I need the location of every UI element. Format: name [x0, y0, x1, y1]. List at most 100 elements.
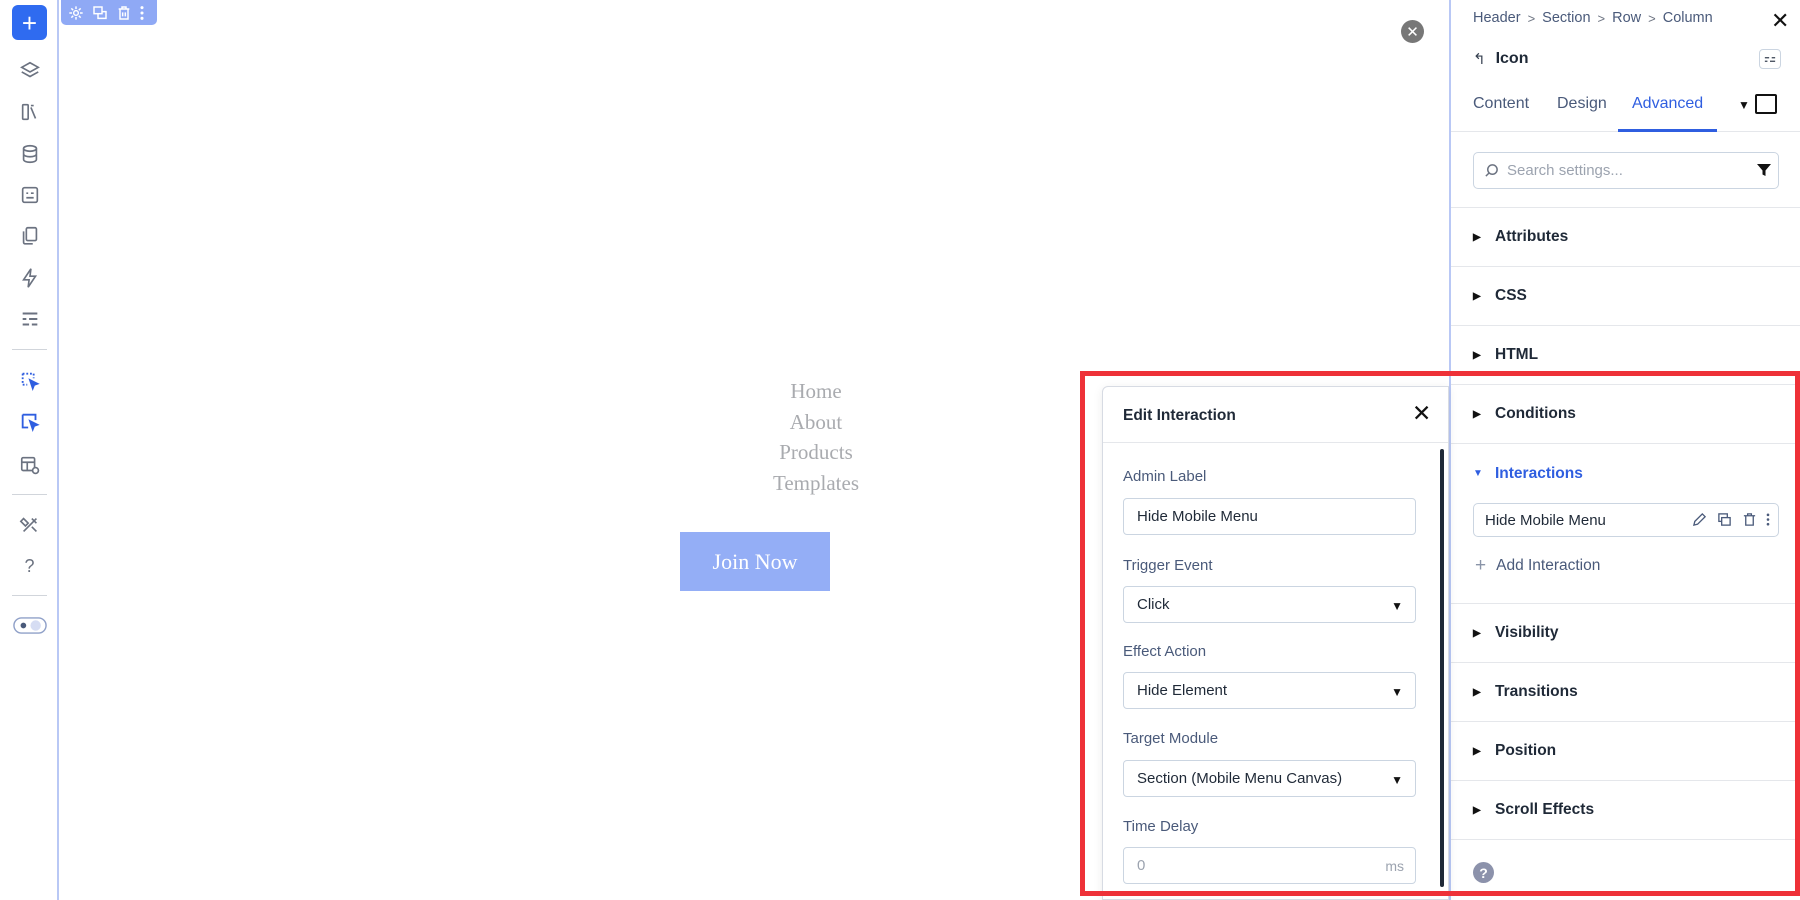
tools-button[interactable] — [12, 507, 47, 542]
preview-button[interactable] — [12, 447, 47, 482]
caret-down-icon: ▼ — [1473, 468, 1483, 479]
toolbar-divider — [12, 595, 47, 596]
modal-scrollbar[interactable] — [1440, 449, 1444, 887]
bolt-icon — [21, 267, 37, 288]
group-label: CSS — [1495, 287, 1527, 304]
interaction-item[interactable]: Hide Mobile Menu — [1473, 503, 1779, 537]
close-icon: ✕ — [1412, 400, 1432, 426]
help-button[interactable]: ? — [12, 549, 47, 584]
tab-content[interactable]: Content — [1473, 95, 1529, 113]
interaction-actions — [1691, 511, 1770, 527]
sliders-icon — [1764, 56, 1776, 62]
target-module-label: Target Module — [1123, 730, 1219, 747]
admin-label-label: Admin Label — [1123, 468, 1207, 485]
target-module-select[interactable]: Section (Mobile Menu Canvas) ▼ — [1123, 760, 1416, 797]
back-arrow-icon[interactable]: ↰ — [1473, 50, 1486, 68]
effect-action-value: Hide Element — [1137, 682, 1228, 699]
menu-link-home[interactable]: Home — [671, 376, 961, 407]
settings-gear-button[interactable] — [67, 4, 85, 22]
trigger-event-value: Click — [1137, 596, 1170, 613]
caret-right-icon: ▶ — [1473, 290, 1481, 302]
pages-button[interactable] — [12, 218, 47, 253]
trash-icon — [1743, 512, 1755, 526]
forms-icon — [21, 186, 38, 203]
menu-link-products[interactable]: Products — [671, 437, 961, 468]
menu-link-about[interactable]: About — [671, 407, 961, 438]
search-input[interactable] — [1507, 162, 1737, 179]
delete-button[interactable] — [115, 4, 133, 22]
forms-button[interactable] — [12, 177, 47, 212]
active-tab-indicator — [1618, 129, 1717, 132]
group-interactions[interactable]: ▼ Interactions — [1451, 444, 1800, 503]
tab-advanced[interactable]: Advanced — [1632, 95, 1703, 113]
group-conditions[interactable]: ▶ Conditions — [1451, 385, 1800, 444]
caret-right-icon: ▶ — [1473, 231, 1481, 243]
caret-right-icon: ▶ — [1473, 627, 1481, 639]
breadcrumb: Header > Section > Row > Column — [1473, 10, 1713, 26]
group-label: Attributes — [1495, 228, 1569, 245]
duplicate-button[interactable] — [91, 4, 109, 22]
interactions-active-button[interactable] — [12, 404, 47, 439]
tab-design[interactable]: Design — [1557, 95, 1607, 113]
panel-close-button[interactable]: ✕ — [1771, 8, 1789, 34]
group-html[interactable]: ▶ HTML — [1451, 326, 1800, 385]
caret-right-icon: ▶ — [1473, 804, 1481, 816]
breadcrumb-section[interactable]: Section — [1542, 10, 1590, 26]
breadcrumb-row[interactable]: Row — [1612, 10, 1641, 26]
help-icon[interactable]: ? — [1473, 862, 1494, 883]
menu-link-templates[interactable]: Templates — [671, 468, 961, 499]
admin-label-input[interactable]: Hide Mobile Menu — [1123, 498, 1416, 535]
settings-panel: Header > Section > Row > Column ✕ ↰ Icon… — [1449, 0, 1800, 900]
group-css[interactable]: ▶ CSS — [1451, 267, 1800, 326]
breadcrumb-header[interactable]: Header — [1473, 10, 1521, 26]
theme-toggle[interactable] — [12, 608, 47, 643]
modal-close-button[interactable]: ✕ — [1412, 400, 1431, 427]
add-interaction-button[interactable]: + Add Interaction — [1475, 555, 1600, 577]
layers-icon — [19, 61, 40, 77]
effect-action-select[interactable]: Hide Element ▼ — [1123, 672, 1416, 709]
settings-search — [1473, 152, 1779, 189]
close-icon: ✕ — [1771, 8, 1790, 33]
library-button[interactable] — [12, 94, 47, 129]
duplicate-interaction-button[interactable] — [1716, 511, 1732, 527]
library-icon — [21, 103, 36, 120]
trigger-event-select[interactable]: Click ▼ — [1123, 586, 1416, 623]
caret-down-icon: ▼ — [1391, 773, 1403, 787]
caret-down-icon[interactable]: ▼ — [1738, 98, 1750, 112]
group-visibility[interactable]: ▶ Visibility — [1451, 604, 1800, 663]
bolt-button[interactable] — [12, 260, 47, 295]
group-attributes[interactable]: ▶ Attributes — [1451, 208, 1800, 267]
close-menu-button[interactable]: ✕ — [1401, 20, 1424, 43]
trigger-event-label: Trigger Event — [1123, 557, 1213, 574]
breadcrumb-column[interactable]: Column — [1663, 10, 1713, 26]
database-button[interactable] — [12, 136, 47, 171]
list-button[interactable] — [12, 301, 47, 336]
desktop-view-icon[interactable] — [1755, 94, 1777, 114]
close-icon: ✕ — [1406, 23, 1419, 41]
add-interaction-label: Add Interaction — [1496, 557, 1601, 574]
group-label: Scroll Effects — [1495, 801, 1595, 818]
admin-label-value: Hide Mobile Menu — [1137, 508, 1258, 525]
more-options-button[interactable] — [1766, 511, 1770, 527]
module-options-button[interactable] — [1759, 49, 1781, 69]
layers-button[interactable] — [12, 53, 47, 88]
time-delay-input[interactable]: 0 ms — [1123, 847, 1416, 884]
join-now-button[interactable]: Join Now — [680, 532, 830, 591]
add-module-button[interactable]: + — [12, 5, 47, 40]
group-transitions[interactable]: ▶ Transitions — [1451, 663, 1800, 722]
edit-interaction-button[interactable] — [1691, 511, 1707, 527]
plus-icon: + — [1475, 555, 1487, 576]
left-toolbar: + ? — [0, 0, 59, 900]
caret-right-icon: ▶ — [1473, 745, 1481, 757]
delete-interaction-button[interactable] — [1741, 511, 1757, 527]
tools-icon — [19, 516, 37, 532]
interactions-button[interactable] — [12, 363, 47, 398]
module-title: ↰ Icon — [1473, 50, 1528, 68]
more-options-button[interactable] — [139, 4, 145, 22]
group-scroll-effects[interactable]: ▶ Scroll Effects — [1451, 781, 1800, 840]
interaction-cursor-active-icon — [21, 413, 40, 432]
database-icon — [22, 144, 37, 163]
group-label: Transitions — [1495, 683, 1578, 700]
filter-icon[interactable] — [1756, 162, 1772, 178]
group-position[interactable]: ▶ Position — [1451, 722, 1800, 781]
